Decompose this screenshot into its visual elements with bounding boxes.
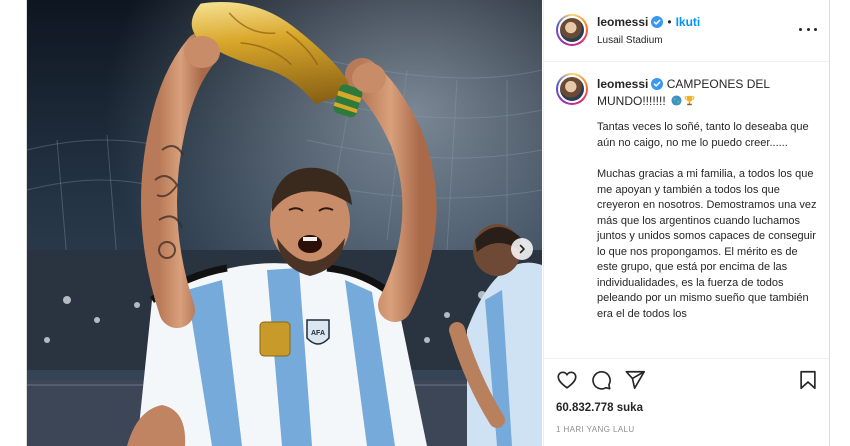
celebration-photo: AFA <box>27 0 542 446</box>
caption-header: leomessi CAMPEONES DEL MUNDO!!!!!!! <box>597 76 812 110</box>
caption-username-link[interactable]: leomessi <box>597 77 648 91</box>
post-photo[interactable]: AFA <box>27 0 542 446</box>
bookmark-icon[interactable] <box>797 369 819 391</box>
heart-icon[interactable] <box>556 369 578 391</box>
avatar[interactable] <box>556 14 588 46</box>
verified-badge-icon <box>651 16 664 28</box>
svg-text:AFA: AFA <box>311 330 325 337</box>
verified-badge-icon <box>651 78 664 90</box>
header-username-row: leomessi • Ikuti <box>597 15 700 29</box>
post-header: leomessi • Ikuti Lusail Stadium <box>544 0 829 62</box>
paper-plane-icon[interactable] <box>624 369 646 391</box>
comment-icon[interactable] <box>590 369 612 391</box>
globe-emoji <box>671 95 682 106</box>
username-link[interactable]: leomessi <box>597 15 648 29</box>
post-side-panel: leomessi • Ikuti Lusail Stadium leomessi C… <box>543 0 829 446</box>
carousel-next-button[interactable] <box>511 238 533 260</box>
avatar[interactable] <box>556 73 588 105</box>
follow-button[interactable]: Ikuti <box>676 15 701 29</box>
separator-dot: • <box>667 15 672 29</box>
more-dot <box>806 27 810 31</box>
caption-paragraph: Tantas veces lo soñé, tanto lo deseaba q… <box>597 121 809 149</box>
post-actions-bar: 60.832.778 suka 1 HARI YANG LALU <box>544 358 829 446</box>
likes-suffix: suka <box>616 402 643 414</box>
post-timestamp[interactable]: 1 HARI YANG LALU <box>556 425 635 434</box>
more-options-button[interactable] <box>799 22 817 36</box>
instagram-post-modal: AFA leomessi • Ikuti Lusail Stadium leom… <box>26 0 830 446</box>
caption-scroll-area[interactable]: leomessi CAMPEONES DEL MUNDO!!!!!!! Tant… <box>544 63 829 356</box>
trophy-emoji <box>684 95 695 106</box>
more-dot <box>814 27 817 31</box>
more-options-icon <box>799 27 802 31</box>
caption-paragraph: Muchas gracias a mi familia, a todos los… <box>597 168 817 320</box>
chevron-right-icon <box>519 244 525 254</box>
likes-count[interactable]: 60.832.778 suka <box>556 402 643 414</box>
caption-text: Tantas veces lo soñé, tanto lo deseaba q… <box>597 120 817 338</box>
likes-number: 60.832.778 <box>556 402 614 414</box>
location-link[interactable]: Lusail Stadium <box>597 35 663 46</box>
